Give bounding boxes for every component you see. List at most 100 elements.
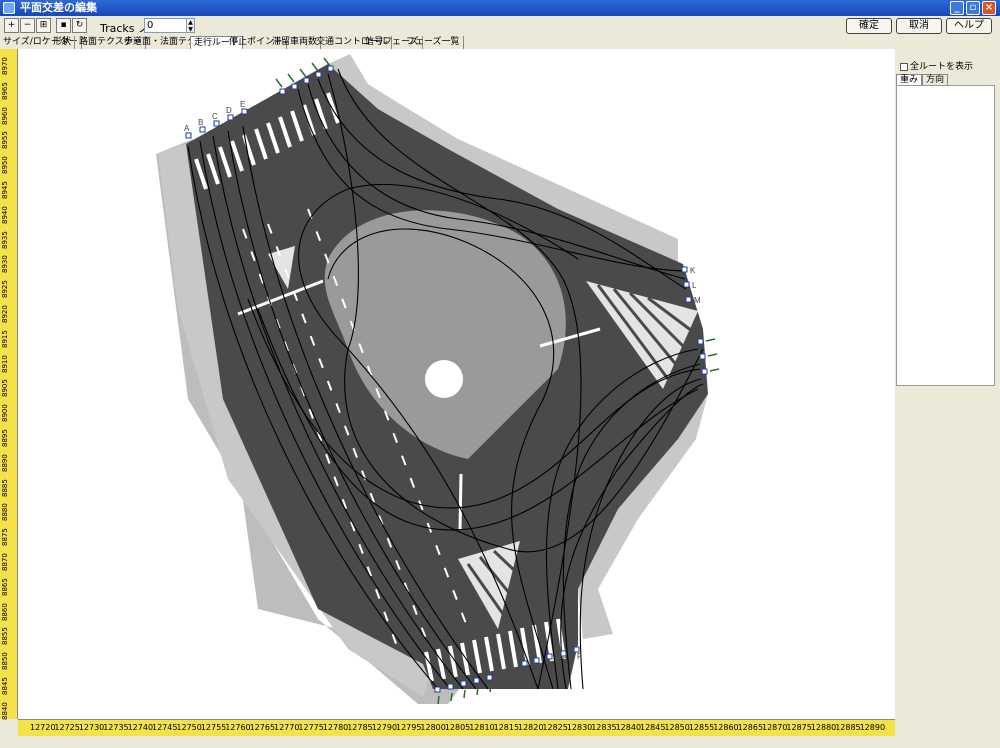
- node-label: H: [547, 660, 553, 669]
- ruler-tick-label: 12830: [566, 723, 593, 732]
- ruler-tick-label: 12810: [469, 723, 495, 732]
- ruler-tick-label: 8900: [1, 404, 9, 423]
- ruler-tick-label: 12760: [225, 723, 251, 732]
- app-icon: [3, 2, 15, 14]
- ruler-tick-label: 12885: [835, 723, 861, 732]
- ruler-tick-label: 8925: [1, 280, 9, 299]
- panel-content: [896, 85, 995, 386]
- ruler-tick-label: 8845: [1, 677, 9, 695]
- ruler-tick-label: 12805: [444, 723, 471, 732]
- node-label: E: [240, 100, 245, 109]
- ruler-tick-label: 12780: [322, 723, 349, 732]
- ruler-tick-label: 8960: [1, 106, 9, 125]
- ok-button[interactable]: 確定: [846, 18, 892, 34]
- center-hole: [425, 360, 463, 398]
- node-label: I: [533, 664, 535, 673]
- ruler-tick-label: 8885: [1, 478, 9, 497]
- ruler-tick-label: 12785: [347, 723, 373, 732]
- node-label: J: [519, 667, 523, 676]
- node-label: M: [694, 296, 701, 305]
- ruler-tick-label: 8865: [1, 577, 9, 596]
- ruler-tick-label: 12855: [688, 723, 715, 732]
- ruler-tick-label: 12770: [274, 723, 300, 732]
- ruler-tick-label: 8965: [1, 81, 9, 100]
- ruler-tick-label: 12720: [30, 723, 56, 732]
- bottom-ruler: 12720 12725 12730 12735 12740 12745 12750 12755…: [18, 719, 895, 736]
- checkbox-icon[interactable]: [900, 62, 908, 71]
- ruler-tick-label: 12840: [615, 723, 642, 732]
- ruler-tick-label: 8850: [1, 652, 9, 671]
- left-ruler: 8970 8965 8960 8955 8950 8945 8940 8935 8930 8925…: [0, 49, 18, 720]
- ruler-tick-label: 8875: [1, 528, 9, 547]
- help-button[interactable]: ヘルプ: [946, 18, 992, 34]
- node-label: D: [226, 106, 232, 115]
- ruler-tick-label: 12745: [152, 723, 178, 732]
- show-all-label: 全ルートを表示: [910, 62, 974, 72]
- ruler-tick-label: 12875: [786, 723, 812, 732]
- node-label: B: [198, 118, 203, 127]
- node-label: L: [692, 281, 697, 290]
- ruler-tick-label: 8860: [1, 602, 9, 621]
- minimize-button[interactable]: _: [950, 1, 964, 15]
- ruler-tick-label: 12835: [591, 723, 617, 732]
- node-label: A: [184, 124, 190, 133]
- fit-view-icon[interactable]: ⊞: [36, 18, 51, 33]
- ruler-tick-label: 8920: [1, 305, 9, 323]
- ruler-tick-label: 12735: [103, 723, 129, 732]
- ruler-tick-label: 8930: [1, 255, 9, 274]
- tab-shape[interactable]: 形状: [50, 36, 76, 49]
- ruler-tick-label: 8950: [1, 156, 9, 175]
- tab-weight[interactable]: 重み: [896, 74, 923, 85]
- ruler-tick-label: 8940: [1, 205, 9, 224]
- ruler-tick-label: 12850: [664, 723, 690, 732]
- ruler-tick-label: 8895: [1, 429, 9, 447]
- ruler-tick-label: 8855: [1, 627, 9, 646]
- ruler-tick-label: 8905: [1, 379, 9, 398]
- title-bar: 平面交差の編集 _ ▫ ×: [0, 0, 1000, 16]
- refresh-icon[interactable]: ↻: [72, 18, 87, 33]
- node-label: F: [577, 652, 582, 661]
- ruler-tick-label: 12795: [396, 723, 422, 732]
- ruler-tick-label: 12825: [542, 723, 568, 732]
- ruler-tick-label: 8870: [1, 553, 9, 571]
- cancel-button[interactable]: 取消: [896, 18, 942, 34]
- ruler-tick-label: 8970: [1, 57, 9, 75]
- ruler-tick-label: 8945: [1, 181, 9, 199]
- ruler-tick-label: 12800: [420, 723, 446, 732]
- node-label: K: [690, 266, 696, 275]
- ruler-tick-label: 12890: [859, 723, 886, 732]
- ruler-tick-label: 8955: [1, 131, 9, 150]
- ruler-tick-label: 12865: [737, 723, 764, 732]
- ruler-tick-label: 12820: [518, 723, 544, 732]
- zoom-out-icon[interactable]: −: [20, 18, 35, 33]
- toolbar: + − ⊞ ▪ ↻ Tracks ノード 0 ▲ ▼ 確定 取消 ヘルプ: [0, 16, 1000, 36]
- drawing-canvas[interactable]: A B C D E K L M J I H G F: [18, 49, 895, 719]
- ruler-tick-label: 12765: [249, 723, 276, 732]
- save-icon[interactable]: ▪: [56, 18, 71, 33]
- tab-phase-list[interactable]: フェーズ一覧: [403, 36, 464, 49]
- ruler-tick-label: 12860: [713, 723, 739, 732]
- tab-direction[interactable]: 方向: [922, 74, 949, 85]
- maximize-button[interactable]: ▫: [966, 1, 980, 15]
- ruler-tick-label: 8935: [1, 230, 9, 249]
- ruler-tick-label: 12790: [371, 723, 398, 732]
- right-panel: 全ルートを表示 重み 方向: [895, 49, 1000, 736]
- tab-strip: サイズ/ロケーター 形状 路面テクスチャ 歩道面・法面テクスチャ 走行ルート 停…: [0, 36, 1000, 49]
- ruler-tick-label: 12815: [493, 723, 520, 732]
- ruler-tick-label: 8915: [1, 329, 9, 348]
- ruler-tick-label: 12740: [127, 723, 154, 732]
- ruler-tick-label: 8840: [1, 701, 9, 720]
- ruler-tick-label: 12755: [200, 723, 227, 732]
- close-button[interactable]: ×: [982, 1, 996, 15]
- ruler-tick-label: 8880: [1, 503, 9, 522]
- ruler-tick-label: 8910: [1, 354, 9, 373]
- window-title: 平面交差の編集: [20, 1, 97, 14]
- ruler-tick-label: 12730: [78, 723, 105, 732]
- ruler-tick-label: 12750: [176, 723, 202, 732]
- ruler-tick-label: 12775: [298, 723, 324, 732]
- zoom-in-icon[interactable]: +: [4, 18, 19, 33]
- node-label: C: [212, 112, 218, 121]
- show-all-routes-checkbox[interactable]: 全ルートを表示: [900, 59, 973, 72]
- spinner-icon[interactable]: ▲ ▼: [186, 18, 195, 33]
- ruler-tick-label: 12870: [762, 723, 788, 732]
